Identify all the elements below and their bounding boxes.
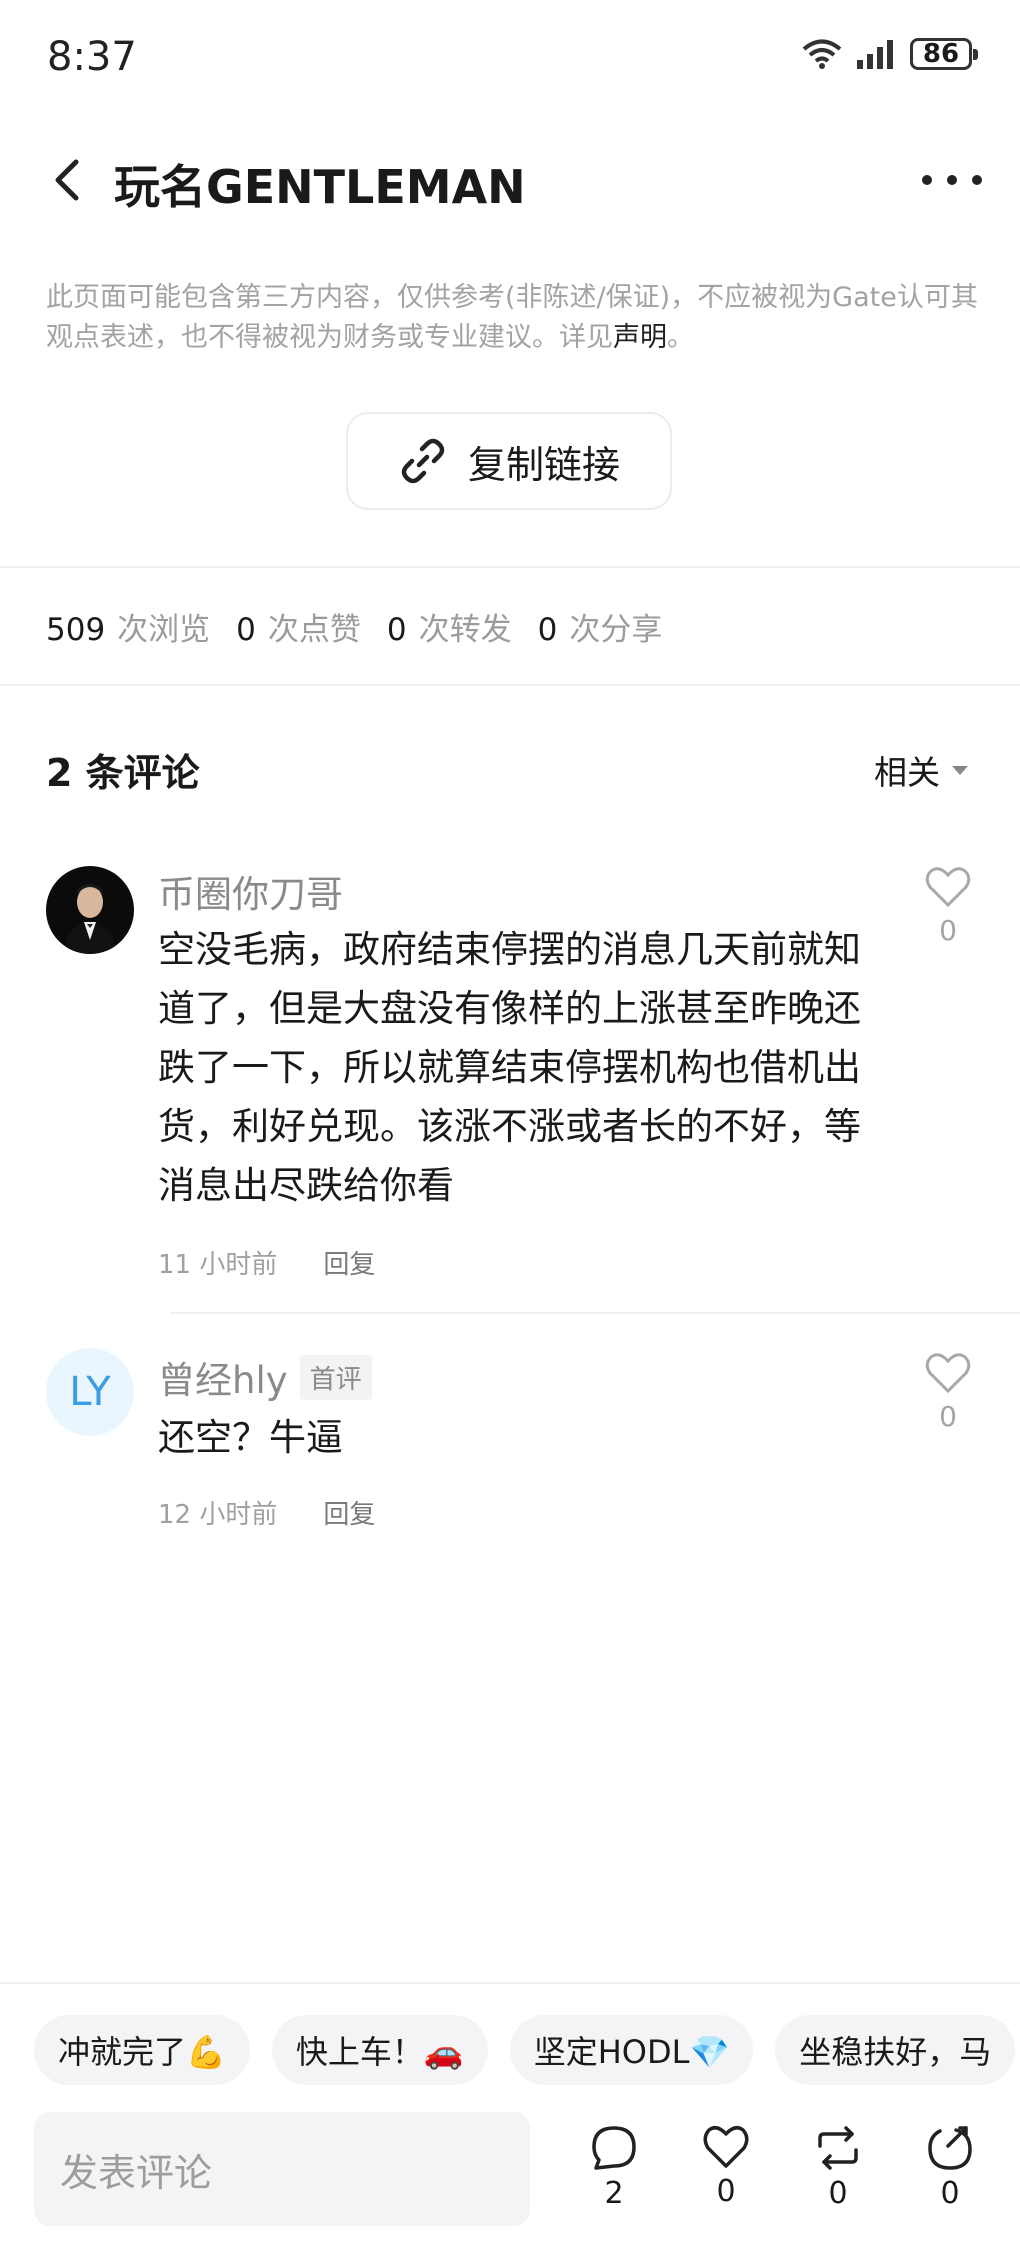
comment-input[interactable]: 发表评论 — [34, 2112, 530, 2226]
first-comment-badge: 首评 — [299, 1354, 372, 1400]
link-icon — [401, 438, 445, 484]
status-time: 8:37 — [47, 34, 137, 80]
likes-count: 0 — [236, 612, 256, 648]
caret-down-icon — [952, 765, 968, 775]
comment-like-count: 0 — [939, 914, 957, 947]
copy-link-label: 复制链接 — [467, 442, 620, 487]
disclaimer-tail: 。 — [667, 322, 694, 353]
comment-input-placeholder: 发表评论 — [60, 2150, 213, 2195]
quick-reply-chip[interactable]: 快上车！🚗 — [271, 2015, 488, 2085]
sort-dropdown[interactable]: 相关 — [874, 746, 968, 794]
comment-count-title: 2 条评论 — [46, 751, 200, 795]
status-icons: 86 — [802, 38, 978, 70]
comments-action[interactable]: 2 — [574, 2124, 654, 2211]
avatar[interactable]: LY — [46, 1348, 134, 1436]
heart-icon — [925, 1353, 971, 1394]
comment-author[interactable]: 曾经hly — [158, 1350, 288, 1404]
comment-time: 12 小时前 — [158, 1500, 278, 1530]
comment-like-button[interactable]: 0 — [918, 1352, 978, 1433]
quick-replies: 冲就完了💪 快上车！🚗 坚定HODL💎 坐稳扶好，马 — [34, 2015, 1016, 2085]
battery-level: 86 — [922, 39, 960, 69]
more-icon — [922, 175, 932, 185]
more-icon-dot — [947, 175, 957, 185]
quick-reply-chip[interactable]: 坐稳扶好，马 — [775, 2015, 1016, 2085]
comment-bubble-icon — [592, 2126, 636, 2170]
disclaimer: 此页面可能包含第三方内容，仅供参考(非陈述/保证)，不应被视为Gate认可其观点… — [46, 278, 986, 358]
heart-icon — [703, 2126, 749, 2168]
views-count: 509 — [46, 612, 106, 648]
reply-button[interactable]: 回复 — [323, 1494, 375, 1531]
avatar-photo — [46, 866, 134, 954]
repost-action-count: 0 — [828, 2176, 848, 2211]
like-action-count: 0 — [716, 2174, 736, 2209]
comment-author[interactable]: 币圈你刀哥 — [158, 864, 343, 918]
more-options-button[interactable] — [922, 168, 982, 192]
reply-button[interactable]: 回复 — [323, 1244, 375, 1281]
likes-label: 次点赞 — [267, 612, 361, 648]
wifi-icon — [802, 39, 842, 69]
comment-divider — [170, 1312, 1020, 1314]
comment-author-row: 曾经hly 首评 — [158, 1350, 372, 1404]
disclaimer-text: 此页面可能包含第三方内容，仅供参考(非陈述/保证)，不应被视为Gate认可其观点… — [46, 282, 978, 353]
statement-link[interactable]: 声明 — [613, 322, 667, 353]
bottom-divider — [0, 1982, 1020, 1984]
reposts-label: 次转发 — [418, 612, 512, 648]
page-title: 玩名GENTLEMAN — [114, 160, 526, 214]
battery-icon: 86 — [910, 38, 978, 70]
post-stats: 509 次浏览 0 次点赞 0 次转发 0 次分享 — [46, 604, 688, 649]
signal-icon — [857, 40, 893, 69]
share-action[interactable]: 0 — [910, 2124, 990, 2211]
repost-action[interactable]: 0 — [798, 2124, 878, 2211]
section-divider — [0, 684, 1020, 686]
share-action-count: 0 — [940, 2176, 960, 2211]
comment-like-button[interactable]: 0 — [918, 866, 978, 947]
chevron-left-icon — [55, 159, 79, 201]
comment-like-count: 0 — [939, 1400, 957, 1433]
comment-time: 11 小时前 — [158, 1250, 278, 1280]
copy-link-button[interactable]: 复制链接 — [346, 412, 672, 510]
reposts-count: 0 — [386, 612, 407, 648]
comment-text: 还空？牛逼 — [158, 1416, 343, 1459]
shares-label: 次分享 — [569, 612, 663, 648]
quick-reply-chip[interactable]: 冲就完了💪 — [34, 2015, 250, 2085]
shares-count: 0 — [537, 612, 558, 648]
views-label: 次浏览 — [117, 612, 211, 648]
comment-meta: 11 小时前 回复 — [158, 1244, 375, 1281]
avatar[interactable] — [46, 866, 134, 954]
comments-action-count: 2 — [604, 2176, 624, 2211]
heart-icon — [925, 867, 971, 908]
quick-reply-chip[interactable]: 坚定HODL💎 — [509, 2015, 754, 2085]
comment-meta: 12 小时前 回复 — [158, 1494, 375, 1531]
back-button[interactable] — [46, 152, 86, 208]
comment-text: 空没毛病，政府结束停摆的消息几天前就知道了，但是大盘没有像样的上涨甚至昨晚还跌了… — [158, 928, 861, 1207]
sort-label: 相关 — [874, 753, 940, 792]
section-divider — [0, 566, 1020, 568]
like-action[interactable]: 0 — [686, 2124, 766, 2209]
more-icon-dot — [972, 175, 982, 185]
share-icon — [928, 2126, 972, 2170]
avatar-initials: LY — [69, 1369, 111, 1415]
repost-icon — [818, 2126, 858, 2170]
